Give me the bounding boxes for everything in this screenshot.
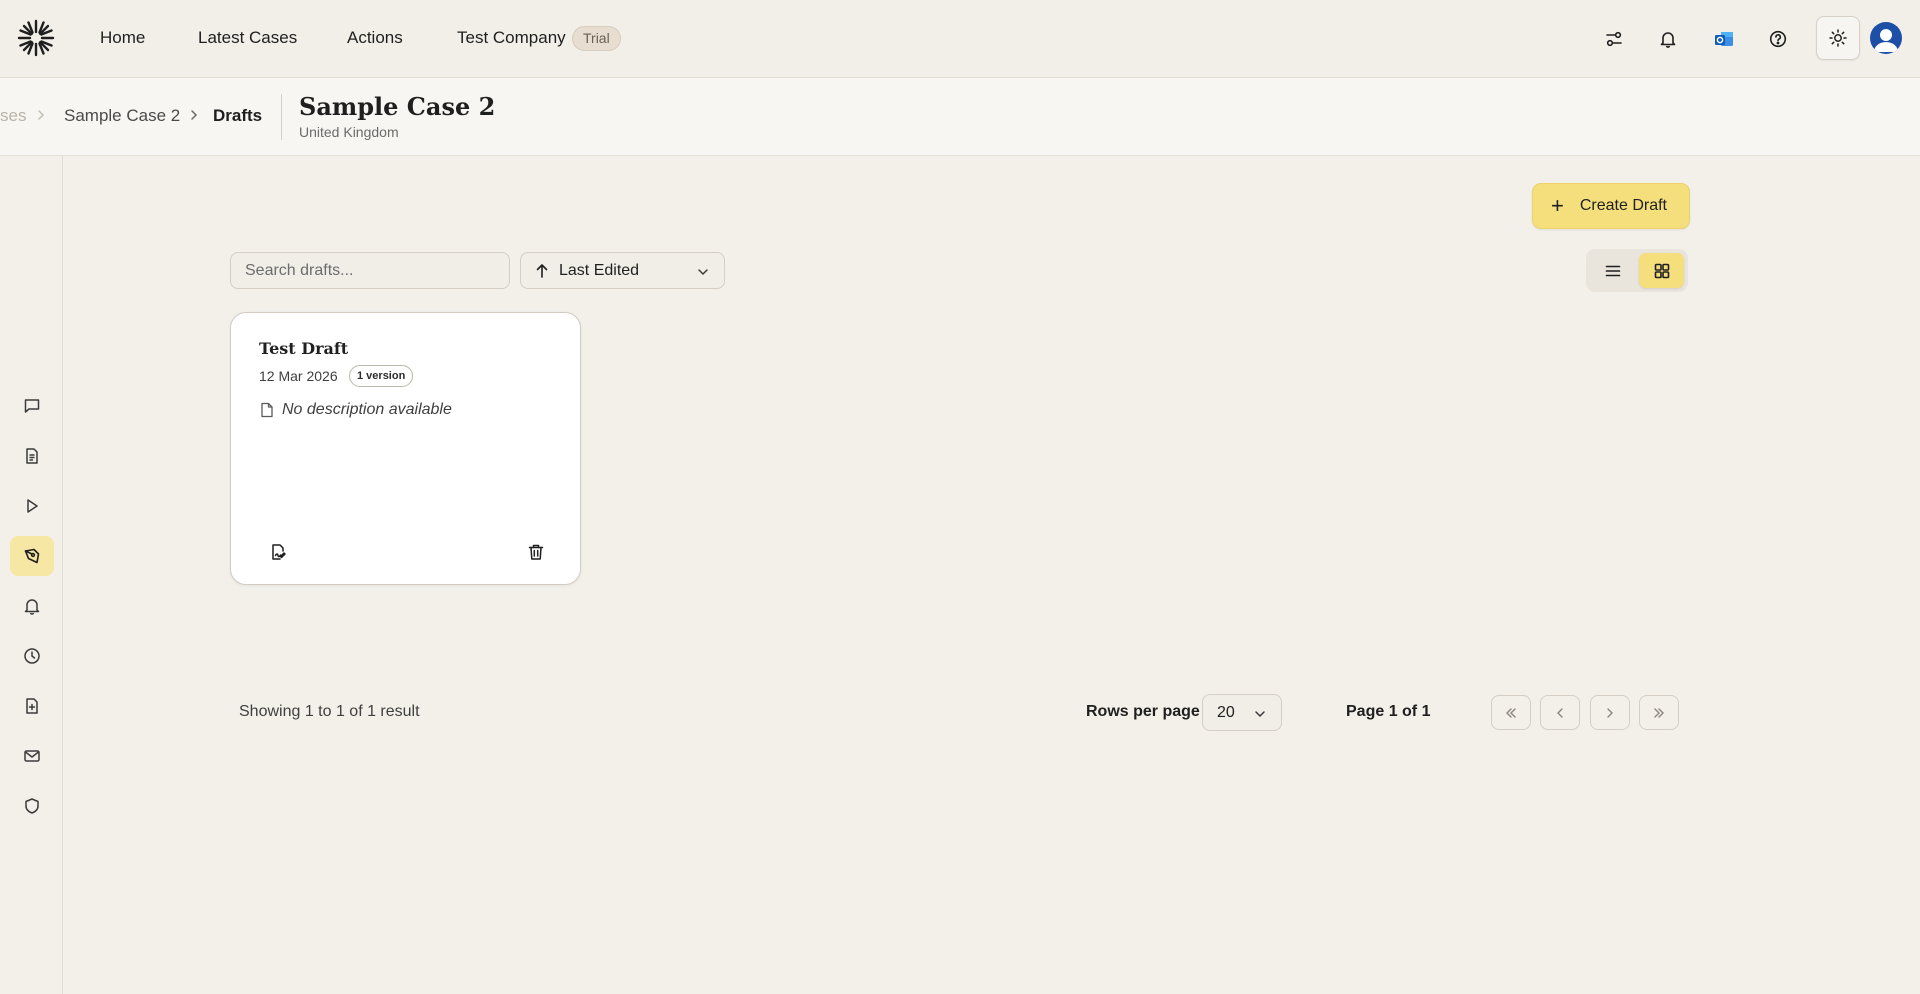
first-page-button[interactable] <box>1491 695 1531 730</box>
case-jurisdiction: United Kingdom <box>299 124 399 140</box>
arrow-up-icon <box>536 263 548 278</box>
draft-date: 12 Mar 2026 <box>259 368 338 384</box>
plus-icon: + <box>1551 193 1564 218</box>
shield-icon <box>25 798 39 814</box>
chevron-right-icon <box>38 110 45 120</box>
draft-description: No description available <box>282 401 452 418</box>
nav-home[interactable]: Home <box>100 28 145 48</box>
sidebar-item-alerts[interactable] <box>10 586 54 626</box>
chevron-right-icon <box>1607 707 1613 718</box>
chevron-down-icon <box>698 269 708 276</box>
sidebar-item-add-file[interactable] <box>10 686 54 726</box>
theme-toggle-button[interactable] <box>1816 16 1860 60</box>
bell-icon <box>24 599 40 615</box>
sidebar-item-documents[interactable] <box>10 436 54 476</box>
nav-company[interactable]: Test Company <box>457 28 566 48</box>
bell-icon[interactable] <box>1650 21 1686 57</box>
filters-icon[interactable] <box>1596 21 1632 57</box>
breadcrumb-parent[interactable]: ses <box>0 106 26 126</box>
chevron-left-icon <box>1557 707 1563 718</box>
grid-view-button[interactable] <box>1639 253 1684 288</box>
last-page-button[interactable] <box>1639 695 1679 730</box>
chat-icon <box>24 399 40 413</box>
rows-per-page-label: Rows per page <box>1086 703 1200 720</box>
user-avatar[interactable] <box>1870 22 1902 54</box>
create-draft-label: Create Draft <box>1579 197 1667 214</box>
trial-badge: Trial <box>572 26 621 51</box>
sort-select-value: Last Edited <box>559 261 640 279</box>
rows-per-page-select[interactable]: 20 <box>1202 694 1282 731</box>
chevrons-right-icon <box>1654 707 1664 718</box>
play-icon <box>27 499 38 513</box>
sidebar-item-history[interactable] <box>10 636 54 676</box>
next-page-button[interactable] <box>1590 695 1630 730</box>
nav-actions[interactable]: Actions <box>347 28 403 48</box>
page-title: Sample Case 2 <box>299 92 496 121</box>
draft-card[interactable]: Test Draft 12 Mar 2026 1 version No desc… <box>230 312 581 585</box>
chevron-down-icon <box>1255 711 1265 718</box>
header-divider <box>281 94 282 140</box>
version-badge: 1 version <box>349 365 414 387</box>
edit-draft-button[interactable] <box>262 536 294 568</box>
breadcrumb-case[interactable]: Sample Case 2 <box>64 106 180 126</box>
create-draft-button[interactable]: + Create Draft <box>1532 183 1690 229</box>
sidebar-item-mail[interactable] <box>10 736 54 776</box>
previous-page-button[interactable] <box>1540 695 1580 730</box>
page-indicator: Page 1 of 1 <box>1346 703 1431 720</box>
search-drafts-input[interactable] <box>230 252 510 289</box>
sidebar-item-chat[interactable] <box>10 386 54 426</box>
sidebar-item-security[interactable] <box>10 786 54 826</box>
chevrons-left-icon <box>1506 707 1516 718</box>
chevron-right-icon <box>191 110 198 120</box>
left-sidebar <box>0 156 63 994</box>
help-icon[interactable] <box>1760 21 1796 57</box>
case-header: ses Sample Case 2 Drafts Sample Case 2 U… <box>0 78 1920 156</box>
sidebar-item-drafts[interactable] <box>10 536 54 576</box>
draft-title: Test Draft <box>259 339 349 358</box>
list-icon <box>1605 265 1620 276</box>
sidebar-item-play[interactable] <box>10 486 54 526</box>
file-signature-icon <box>272 544 286 560</box>
logo-icon[interactable] <box>17 19 55 57</box>
mail-icon <box>24 750 40 762</box>
rows-per-page-value: 20 <box>1217 703 1235 721</box>
sun-icon <box>1829 29 1847 47</box>
breadcrumb-current: Drafts <box>213 106 263 125</box>
delete-draft-button[interactable] <box>520 536 552 568</box>
outlook-icon[interactable] <box>1706 21 1742 57</box>
list-view-button[interactable] <box>1590 253 1635 288</box>
file-plus-icon <box>26 698 38 714</box>
nav-latest-cases[interactable]: Latest Cases <box>198 28 297 48</box>
clock-icon <box>24 648 40 664</box>
grid-icon <box>1654 263 1669 278</box>
file-icon <box>261 402 273 418</box>
view-mode-toggle <box>1586 249 1688 292</box>
results-summary: Showing 1 to 1 of 1 result <box>239 703 420 720</box>
sort-select[interactable]: Last Edited <box>520 252 725 289</box>
document-icon <box>26 448 38 464</box>
top-navigation-bar: Home Latest Cases Actions Test Company T… <box>0 0 1920 78</box>
pen-tool-icon <box>24 548 40 564</box>
trash-icon <box>528 544 544 560</box>
